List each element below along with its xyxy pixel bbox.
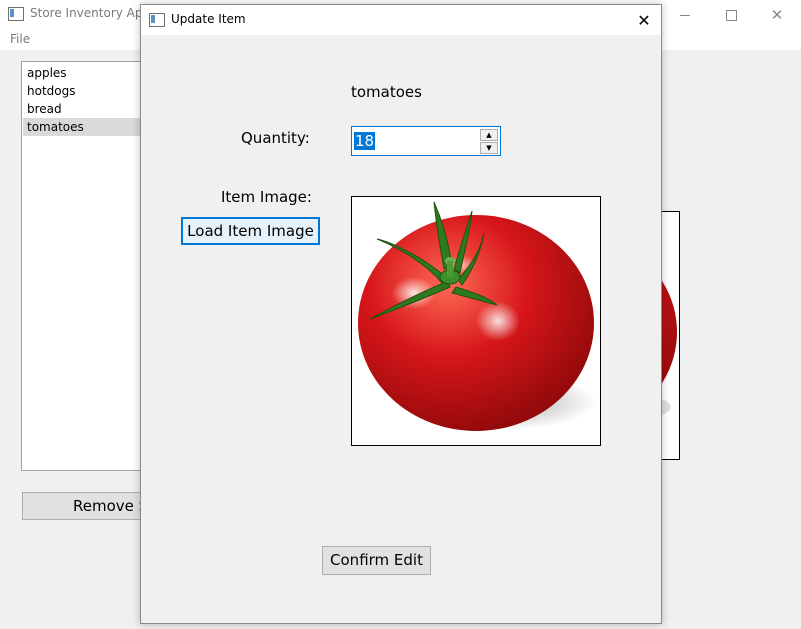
arrow-up-icon: ▲ <box>486 131 492 139</box>
list-item-hotdogs[interactable]: hotdogs <box>23 82 149 100</box>
update-item-dialog: Update Item ✕ tomatoes Quantity: 18 ▲ ▼ … <box>140 4 662 624</box>
close-icon: ✕ <box>770 6 784 24</box>
minimize-icon <box>680 14 690 16</box>
quantity-spinbox[interactable]: 18 ▲ ▼ <box>351 126 501 156</box>
spin-down-button[interactable]: ▼ <box>480 142 498 154</box>
inventory-item-list[interactable]: apples hotdogs bread tomatoes <box>21 61 151 471</box>
item-image-label: Item Image: <box>221 188 312 206</box>
maximize-button[interactable] <box>708 0 754 30</box>
load-item-image-button[interactable]: Load Item Image <box>181 217 320 245</box>
menu-file[interactable]: File <box>10 32 30 46</box>
maximize-icon <box>725 9 737 21</box>
quantity-label: Quantity: <box>241 129 310 147</box>
app-window-icon <box>8 7 24 21</box>
main-window-title: Store Inventory Appl <box>30 6 154 20</box>
list-item-tomatoes[interactable]: tomatoes <box>23 118 149 136</box>
dialog-close-button[interactable]: ✕ <box>629 7 659 33</box>
list-item-apples[interactable]: apples <box>23 64 149 82</box>
tomato-image <box>358 201 597 431</box>
list-item-bread[interactable]: bread <box>23 100 149 118</box>
close-window-button[interactable]: ✕ <box>754 0 800 30</box>
item-image-preview <box>351 196 601 446</box>
dialog-title: Update Item <box>171 12 246 26</box>
minimize-button[interactable] <box>662 0 708 30</box>
remove-item-button[interactable]: Remove S <box>22 492 152 520</box>
arrow-down-icon: ▼ <box>486 144 492 152</box>
confirm-edit-button[interactable]: Confirm Edit <box>322 546 431 575</box>
dialog-window-icon <box>149 13 165 27</box>
close-icon: ✕ <box>637 10 651 30</box>
quantity-value[interactable]: 18 <box>354 132 376 150</box>
item-name-label: tomatoes <box>351 83 422 101</box>
spin-up-button[interactable]: ▲ <box>480 129 498 141</box>
